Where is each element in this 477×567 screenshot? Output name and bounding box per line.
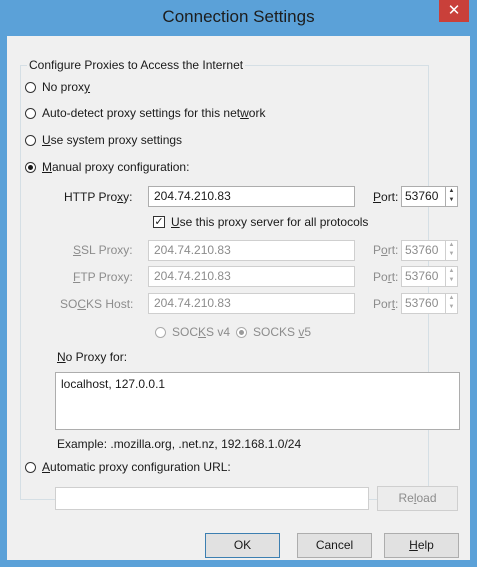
system-proxy-label[interactable]: Use system proxy settings [42, 133, 182, 147]
dialog-title: Connection Settings [162, 7, 315, 26]
socks-v5-radio[interactable] [236, 327, 247, 338]
auto-config-url-label[interactable]: Automatic proxy configuration URL: [42, 460, 231, 474]
dialog-window: Connection Settings ✕ Configure Proxies … [0, 0, 477, 567]
ssl-proxy-input[interactable]: 204.74.210.83 [148, 240, 355, 261]
manual-proxy-label[interactable]: Manual proxy configuration: [42, 160, 189, 174]
no-proxy-label[interactable]: No proxy [42, 80, 90, 94]
group-legend: Configure Proxies to Access the Internet [29, 58, 244, 72]
cancel-button[interactable]: Cancel [297, 533, 372, 558]
http-proxy-label: HTTP Proxy: [64, 190, 133, 204]
auto-detect-radio[interactable] [25, 108, 36, 119]
http-port-value: 53760 [405, 189, 439, 203]
socks-port-stepper[interactable]: 53760 ▲ ▼ [401, 293, 458, 314]
close-icon[interactable]: ✕ [439, 0, 469, 22]
dialog-body: Configure Proxies to Access the Internet… [7, 36, 470, 560]
spinner-arrows-icon[interactable]: ▲ ▼ [445, 267, 457, 286]
ssl-port-stepper[interactable]: 53760 ▲ ▼ [401, 240, 458, 261]
ssl-port-label: Port: [373, 243, 399, 257]
title-bar[interactable]: Connection Settings ✕ [0, 0, 477, 36]
radio-selected-dot [28, 165, 33, 170]
spinner-arrows-icon[interactable]: ▲ ▼ [445, 294, 457, 313]
socks-v4-label[interactable]: SOCKS v4 [172, 325, 230, 339]
auto-config-url-input[interactable] [55, 487, 369, 510]
ftp-proxy-input[interactable]: 204.74.210.83 [148, 266, 355, 287]
spinner-arrows-icon[interactable]: ▲ ▼ [445, 241, 457, 260]
ftp-port-stepper[interactable]: 53760 ▲ ▼ [401, 266, 458, 287]
no-proxy-example: Example: .mozilla.org, .net.nz, 192.168.… [57, 437, 302, 451]
ssl-port-value: 53760 [405, 243, 439, 257]
use-all-protocols-checkbox[interactable]: ✓ [153, 216, 165, 228]
system-proxy-radio[interactable] [25, 135, 36, 146]
http-port-stepper[interactable]: 53760 ▲ ▼ [401, 186, 458, 207]
socks-host-label: SOCKS Host: [60, 297, 134, 311]
no-proxy-for-label: No Proxy for: [57, 350, 128, 364]
ftp-port-label: Port: [373, 270, 399, 284]
auto-config-url-radio[interactable] [25, 462, 36, 473]
auto-detect-label[interactable]: Auto-detect proxy settings for this netw… [42, 106, 265, 120]
use-all-protocols-label[interactable]: Use this proxy server for all protocols [171, 215, 368, 229]
ftp-proxy-label: FTP Proxy: [73, 270, 133, 284]
socks-port-label: Port: [373, 297, 399, 311]
reload-button[interactable]: Reload [377, 486, 458, 511]
no-proxy-for-textarea[interactable]: localhost, 127.0.0.1 [55, 372, 460, 430]
ssl-proxy-label: SSL Proxy: [73, 243, 133, 257]
http-port-label: Port: [373, 190, 399, 204]
http-proxy-input[interactable]: 204.74.210.83 [148, 186, 355, 207]
spinner-arrows-icon[interactable]: ▲ ▼ [445, 187, 457, 206]
manual-proxy-radio[interactable] [25, 162, 36, 173]
ftp-port-value: 53760 [405, 269, 439, 283]
socks-host-input[interactable]: 204.74.210.83 [148, 293, 355, 314]
socks-port-value: 53760 [405, 296, 439, 310]
help-button[interactable]: Help [384, 533, 459, 558]
radio-selected-dot [239, 330, 244, 335]
socks-v4-radio[interactable] [155, 327, 166, 338]
socks-v5-label[interactable]: SOCKS v5 [253, 325, 311, 339]
ok-button[interactable]: OK [205, 533, 280, 558]
no-proxy-radio[interactable] [25, 82, 36, 93]
